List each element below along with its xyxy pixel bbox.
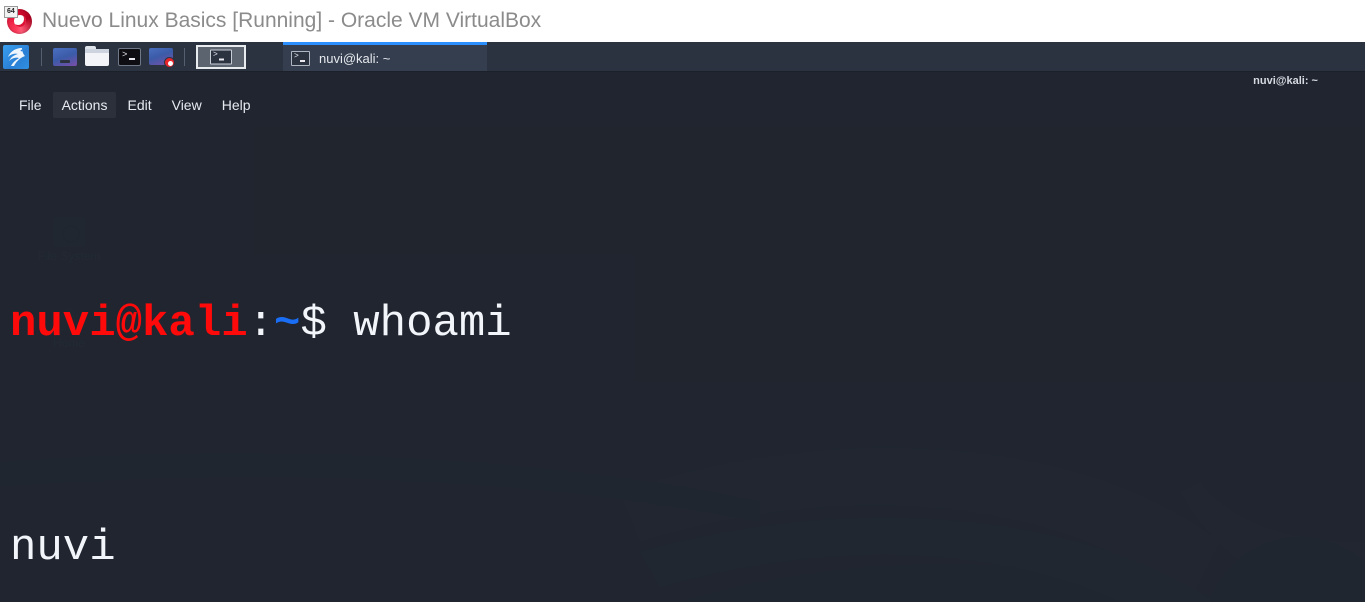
prompt-sigil: $ — [300, 299, 327, 349]
kali-dragon-glyph — [8, 47, 25, 66]
taskbar: nuvi@kali: ~ — [0, 42, 1365, 72]
terminal-launcher-icon[interactable] — [116, 46, 142, 68]
window-icon — [53, 47, 77, 66]
file-manager-icon[interactable] — [84, 45, 110, 68]
prompt-colon: : — [247, 299, 275, 349]
terminal-output-area[interactable]: nuvi@kali:~$ whoami nuvi nuvi@kali:~$ — [0, 118, 1365, 602]
screen-recorder-icon[interactable] — [148, 46, 175, 68]
window-title: Nuevo Linux Basics [Running] - Oracle VM… — [42, 9, 542, 32]
taskbar-window-label: nuvi@kali: ~ — [319, 50, 391, 66]
record-dot-icon — [164, 56, 175, 68]
terminal-line-output-1: nuvi — [10, 523, 116, 573]
taskbar-window-button-terminal[interactable]: nuvi@kali: ~ — [283, 42, 487, 71]
terminal-menubar: File Actions Edit View Help — [0, 92, 1365, 118]
prompt-user-host: nuvi@kali — [10, 299, 248, 349]
kali-dragon-logo-icon[interactable] — [2, 44, 30, 70]
workspace-terminal-icon — [210, 49, 232, 64]
terminal-window: nuvi@kali: ~ File Actions Edit View Help… — [0, 72, 1365, 602]
menu-item-actions[interactable]: Actions — [52, 92, 117, 118]
terminal-command-text: whoami — [353, 299, 512, 349]
taskbar-separator-1 — [41, 47, 42, 66]
menu-item-view[interactable]: View — [163, 92, 211, 118]
screen-record-icon — [149, 47, 175, 68]
terminal-icon — [291, 50, 310, 66]
folder-icon — [85, 45, 109, 66]
virtualbox-icon: 64 — [4, 6, 34, 36]
taskbar-separator-2 — [184, 47, 185, 66]
desktop-area: File System Home nuvi@kali: ~ File Actio… — [0, 72, 1365, 602]
window-app-icon[interactable] — [52, 46, 78, 68]
terminal-line-prompt-1: nuvi@kali:~$ whoami — [10, 296, 1365, 352]
arch-badge: 64 — [4, 6, 18, 18]
prompt-path: ~ — [274, 299, 301, 349]
workspace-switcher[interactable] — [196, 44, 246, 69]
terminal-icon — [118, 47, 141, 66]
terminal-title: nuvi@kali: ~ — [1253, 75, 1318, 87]
virtualbox-titlebar: 64 Nuevo Linux Basics [Running] - Oracle… — [0, 0, 1365, 42]
terminal-command — [327, 299, 353, 349]
menu-item-help[interactable]: Help — [213, 92, 260, 118]
menu-item-edit[interactable]: Edit — [118, 92, 160, 118]
menu-item-file[interactable]: File — [10, 92, 51, 118]
